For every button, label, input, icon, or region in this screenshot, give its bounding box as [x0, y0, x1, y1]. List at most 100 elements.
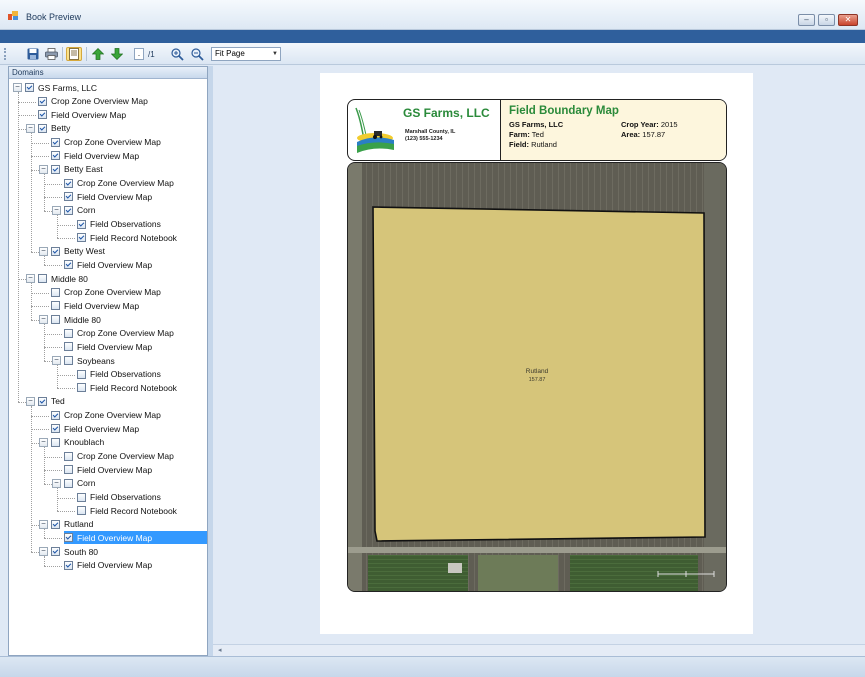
- collapse-icon[interactable]: −: [26, 123, 35, 133]
- tree-node-checkbox[interactable]: [51, 315, 60, 325]
- toolbar-grip[interactable]: [4, 48, 7, 60]
- tree-node-checkbox[interactable]: [64, 478, 73, 488]
- tree-node-checkbox[interactable]: [38, 274, 47, 284]
- close-button[interactable]: ✕: [838, 14, 858, 26]
- tree-node[interactable]: − Corn: [52, 477, 95, 490]
- minimize-button[interactable]: –: [798, 14, 815, 26]
- tree-node-checkbox[interactable]: [64, 465, 73, 475]
- collapse-icon[interactable]: −: [26, 274, 35, 284]
- tree-node[interactable]: − Betty West: [39, 245, 105, 258]
- tree-node-checkbox[interactable]: [77, 219, 86, 229]
- tree-node[interactable]: Crop Zone Overview Map: [51, 286, 161, 299]
- page-number-input[interactable]: .: [134, 48, 144, 60]
- save-button[interactable]: [26, 47, 40, 61]
- tree-node-checkbox[interactable]: [51, 301, 60, 311]
- collapse-icon[interactable]: −: [52, 205, 61, 215]
- tree-node[interactable]: Field Overview Map: [51, 299, 139, 312]
- tree-connector: [31, 169, 39, 171]
- tree-node[interactable]: Field Overview Map: [64, 531, 207, 545]
- page-setup-button[interactable]: [66, 47, 82, 61]
- tree-node-checkbox[interactable]: [64, 342, 73, 352]
- tree-node-checkbox[interactable]: [51, 437, 60, 447]
- tree-node-checkbox[interactable]: [64, 178, 73, 188]
- tree-node-checkbox[interactable]: [51, 246, 60, 256]
- tree-node[interactable]: Crop Zone Overview Map: [64, 177, 174, 190]
- tree-node-checkbox[interactable]: [51, 164, 60, 174]
- collapse-icon[interactable]: −: [52, 478, 61, 488]
- tree-node[interactable]: Crop Zone Overview Map: [64, 327, 174, 340]
- tree-node[interactable]: Field Overview Map: [64, 559, 152, 572]
- tree-node-checkbox[interactable]: [64, 205, 73, 215]
- tree-node-checkbox[interactable]: [77, 383, 86, 393]
- tree-node[interactable]: − Knoublach: [39, 436, 104, 449]
- tree-node-checkbox[interactable]: [64, 560, 73, 570]
- collapse-icon[interactable]: −: [39, 437, 48, 447]
- tree-node[interactable]: Crop Zone Overview Map: [38, 95, 148, 108]
- tree-node[interactable]: Crop Zone Overview Map: [51, 136, 161, 149]
- tree-node-checkbox[interactable]: [51, 137, 60, 147]
- tree-node[interactable]: − Corn: [52, 204, 95, 217]
- zoom-select[interactable]: Fit Page ▼: [211, 47, 281, 61]
- tree-node-checkbox[interactable]: [64, 356, 73, 365]
- zoom-in-button[interactable]: [170, 47, 184, 61]
- tree-node-checkbox[interactable]: [25, 83, 34, 92]
- horizontal-scrollbar[interactable]: ◂: [213, 644, 865, 656]
- tree-node[interactable]: Field Overview Map: [51, 422, 139, 435]
- tree-node[interactable]: − Betty: [26, 122, 70, 135]
- tree-node-checkbox[interactable]: [51, 287, 60, 297]
- prev-page-button[interactable]: [91, 47, 105, 61]
- tree-node[interactable]: Field Overview Map: [51, 149, 139, 162]
- tree-node-checkbox[interactable]: [51, 151, 60, 161]
- tree-node[interactable]: Field Observations: [77, 218, 161, 231]
- tree-node[interactable]: Field Overview Map: [64, 463, 152, 476]
- tree-node[interactable]: Field Overview Map: [64, 190, 152, 203]
- tree-node-checkbox[interactable]: [51, 547, 60, 557]
- tree-node[interactable]: Field Record Notebook: [77, 381, 177, 394]
- tree-node[interactable]: Field Overview Map: [64, 340, 152, 353]
- tree-node-checkbox[interactable]: [77, 233, 86, 243]
- scroll-left-icon[interactable]: ◂: [218, 646, 222, 654]
- collapse-icon[interactable]: −: [39, 519, 48, 529]
- tree-node-checkbox[interactable]: [77, 506, 86, 516]
- tree-node[interactable]: Field Record Notebook: [77, 231, 177, 244]
- collapse-icon[interactable]: −: [39, 547, 48, 557]
- collapse-icon[interactable]: −: [52, 356, 61, 365]
- tree-node[interactable]: Crop Zone Overview Map: [51, 409, 161, 422]
- tree-node[interactable]: − Betty East: [39, 163, 103, 176]
- tree-node[interactable]: Field Record Notebook: [77, 504, 177, 517]
- tree-node-checkbox[interactable]: [51, 519, 60, 529]
- tree-node-checkbox[interactable]: [38, 110, 47, 120]
- tree-node[interactable]: Field Overview Map: [64, 258, 152, 271]
- tree-node-checkbox[interactable]: [77, 492, 86, 502]
- tree-node[interactable]: Field Observations: [77, 491, 161, 504]
- tree-node-checkbox[interactable]: [38, 96, 47, 106]
- collapse-icon[interactable]: −: [13, 83, 22, 92]
- collapse-icon[interactable]: −: [39, 246, 48, 256]
- tree-node[interactable]: Field Overview Map: [38, 108, 126, 121]
- collapse-icon[interactable]: −: [39, 315, 48, 325]
- print-button[interactable]: [44, 47, 58, 61]
- tree-node-checkbox[interactable]: [38, 396, 47, 406]
- tree-node[interactable]: Field Observations: [77, 368, 161, 381]
- tree-node[interactable]: − Rutland: [39, 518, 93, 531]
- tree-node-checkbox[interactable]: [51, 410, 60, 420]
- collapse-icon[interactable]: −: [39, 164, 48, 174]
- tree-node-checkbox[interactable]: [64, 533, 73, 543]
- tree-node[interactable]: − South 80: [39, 545, 98, 558]
- tree-node-checkbox[interactable]: [64, 451, 73, 461]
- tree-node[interactable]: Crop Zone Overview Map: [64, 450, 174, 463]
- tree-node-checkbox[interactable]: [64, 328, 73, 338]
- collapse-icon[interactable]: −: [26, 396, 35, 406]
- tree-node[interactable]: − Middle 80: [39, 313, 101, 326]
- tree-node-checkbox[interactable]: [51, 424, 60, 434]
- tree-node-checkbox[interactable]: [64, 192, 73, 202]
- tree-node-checkbox[interactable]: [64, 260, 73, 270]
- tree-node[interactable]: − Soybeans: [52, 354, 115, 367]
- tree-node-checkbox[interactable]: [77, 369, 86, 379]
- next-page-button[interactable]: [110, 47, 124, 61]
- tree-node[interactable]: − GS Farms, LLC: [13, 81, 97, 94]
- zoom-out-button[interactable]: [190, 47, 204, 61]
- tree-node-checkbox[interactable]: [38, 123, 47, 133]
- restore-button[interactable]: ▫: [818, 14, 835, 26]
- tree-node[interactable]: − Middle 80: [26, 272, 88, 285]
